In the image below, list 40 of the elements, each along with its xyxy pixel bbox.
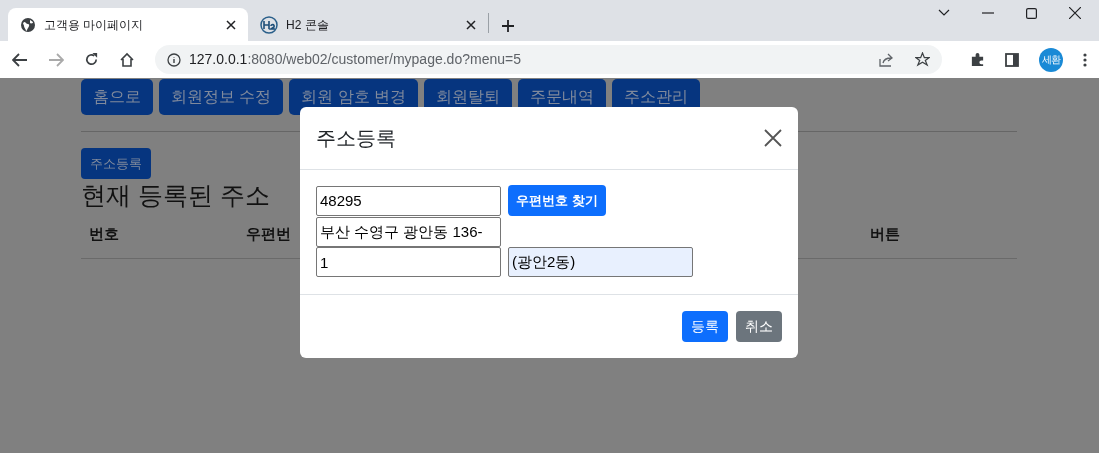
column-header: 버튼 <box>870 224 900 245</box>
address-field[interactable]: 부산 수영구 광안동 136- <box>316 217 501 247</box>
reload-icon[interactable] <box>84 52 99 67</box>
add-address-button[interactable]: 주소등록 <box>81 148 151 179</box>
back-icon[interactable] <box>12 52 28 67</box>
column-header: 번호 <box>89 224 120 245</box>
column-header: 우편번 <box>246 224 292 245</box>
nav-button[interactable]: 홈으로 <box>81 79 153 115</box>
logo-icon <box>260 15 278 34</box>
new-tab-icon[interactable] <box>501 19 515 33</box>
home-icon[interactable] <box>119 51 135 68</box>
tab-title: 고객용 마이페이지 <box>44 16 145 34</box>
close-icon[interactable] <box>466 19 476 30</box>
globe-icon <box>20 16 36 33</box>
maximize-icon[interactable] <box>1026 7 1037 19</box>
puzzle-icon[interactable] <box>970 52 985 67</box>
submit-button[interactable]: 등록 <box>682 311 728 342</box>
chevron-down-icon[interactable] <box>938 9 950 17</box>
profile-avatar[interactable]: 세환 <box>1039 47 1063 72</box>
more-icon[interactable] <box>1083 52 1087 67</box>
url-text: 127.0.0.1:8080/web02/customer/mypage.do?menu=5 <box>189 50 522 69</box>
extra-address-field[interactable]: (광안2동) <box>508 247 693 277</box>
browser-tab[interactable]: 고객용 마이페이지 <box>8 8 248 41</box>
close-icon[interactable] <box>1069 7 1081 19</box>
info-icon[interactable] <box>167 52 181 67</box>
nav-button[interactable]: 회원정보 수정 <box>159 79 284 115</box>
tab-title: H2 콘솔 <box>286 16 330 34</box>
modal-title: 주소등록 <box>316 126 396 151</box>
address-bar[interactable]: 127.0.0.1:8080/web02/customer/mypage.do?menu=5 <box>155 45 942 74</box>
close-icon[interactable] <box>226 19 236 30</box>
share-icon[interactable] <box>879 52 895 67</box>
browser-tab[interactable]: H2 콘솔 <box>248 8 488 41</box>
page-heading: 현재 등록된 주소 <box>81 180 270 211</box>
find-zipcode-button[interactable]: 우편번호 찾기 <box>508 185 606 216</box>
cancel-button[interactable]: 취소 <box>736 311 782 342</box>
star-icon[interactable] <box>915 52 930 67</box>
side-panel-icon[interactable] <box>1005 52 1019 67</box>
close-icon[interactable] <box>764 129 782 147</box>
detail-address-field[interactable]: 1 <box>316 247 501 277</box>
zipcode-field[interactable]: 48295 <box>316 185 501 216</box>
